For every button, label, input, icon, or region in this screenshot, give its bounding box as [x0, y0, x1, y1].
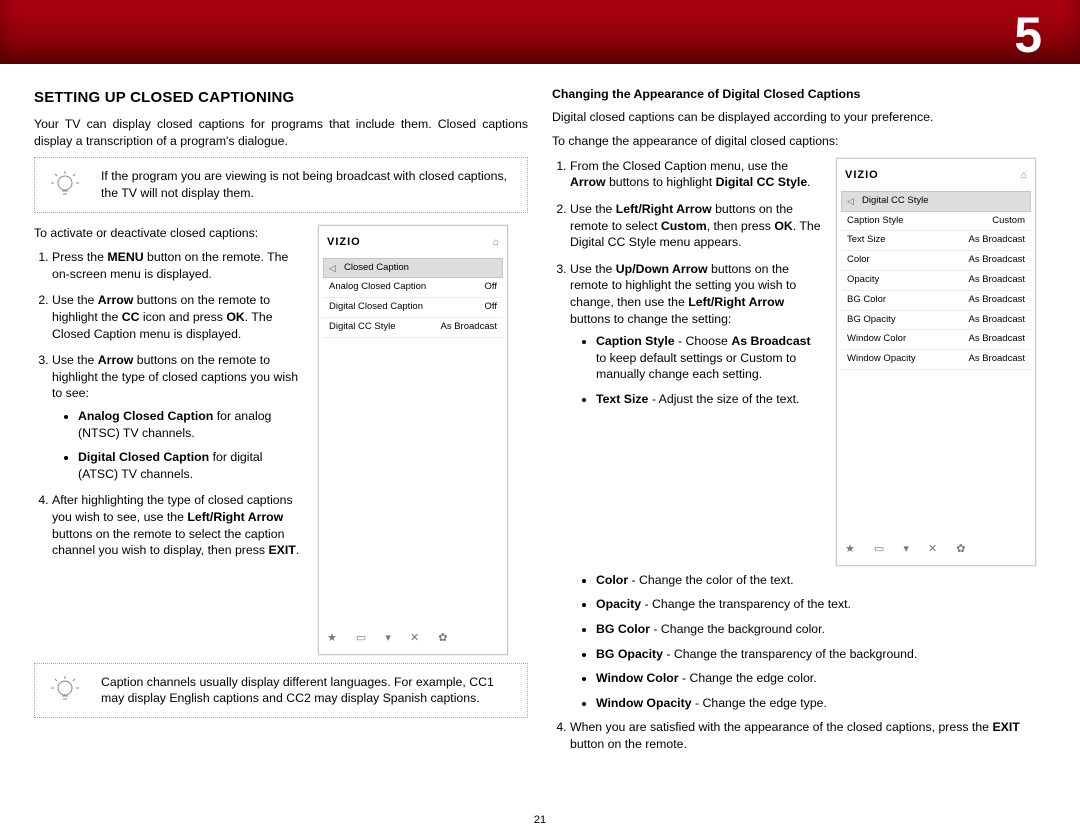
- menu-title: ◁ Digital CC Style: [841, 191, 1031, 212]
- step-2: Use the Arrow buttons on the remote to h…: [52, 292, 304, 342]
- r-step-3: Use the Up/Down Arrow buttons on the rem…: [570, 261, 822, 408]
- step-3: Use the Arrow buttons on the remote to h…: [52, 352, 304, 482]
- step-4: After highlighting the type of closed ca…: [52, 492, 304, 558]
- menu-row: Digital Closed CaptionOff: [323, 298, 503, 318]
- lightbulb-icon: [41, 674, 89, 706]
- setting-color: Color - Change the color of the text.: [596, 572, 1046, 589]
- bullet-digital: Digital Closed Caption for digital (ATSC…: [78, 449, 304, 482]
- setting-opacity: Opacity - Change the transparency of the…: [596, 596, 1046, 613]
- activate-lead: To activate or deactivate closed caption…: [34, 225, 304, 242]
- setting-window-opacity: Window Opacity - Change the edge type.: [596, 695, 1046, 712]
- menu-row: Text SizeAs Broadcast: [841, 231, 1031, 251]
- menu-title: ◁ Closed Caption: [323, 258, 503, 279]
- note-broadcast: If the program you are viewing is not be…: [34, 157, 528, 212]
- back-icon: ◁: [847, 195, 854, 207]
- intro-text: Your TV can display closed captions for …: [34, 116, 528, 149]
- home-icon: ⌂: [493, 236, 499, 250]
- tv-screenshot-digital-cc-style: VIZIO ⌂ ◁ Digital CC Style Caption Style…: [836, 158, 1036, 566]
- menu-row: ColorAs Broadcast: [841, 251, 1031, 271]
- page-number: 21: [0, 813, 1080, 828]
- tv-footer-icons: ★ ▭ ▾ ✕ ✿: [319, 628, 507, 654]
- tv-screenshot-cc-menu: VIZIO ⌂ ◁ Closed Caption Analog Closed C…: [318, 225, 508, 655]
- menu-row: Window ColorAs Broadcast: [841, 330, 1031, 350]
- lightbulb-icon: [41, 169, 89, 201]
- chapter-number: 5: [1014, 2, 1042, 70]
- menu-row: BG ColorAs Broadcast: [841, 291, 1031, 311]
- setting-bg-color: BG Color - Change the background color.: [596, 621, 1046, 638]
- r-step-2: Use the Left/Right Arrow buttons on the …: [570, 201, 822, 251]
- note-channels: Caption channels usually display differe…: [34, 663, 528, 718]
- change-lead: To change the appearance of digital clos…: [552, 133, 1046, 150]
- r-step-4: When you are satisfied with the appearan…: [570, 719, 1046, 752]
- tv-logo: VIZIO: [327, 235, 361, 250]
- tv-logo: VIZIO: [845, 168, 879, 183]
- tv-footer-icons: ★ ▭ ▾ ✕ ✿: [837, 539, 1035, 565]
- home-icon: ⌂: [1021, 169, 1027, 183]
- r-step-1: From the Closed Caption menu, use the Ar…: [570, 158, 822, 191]
- section-heading: SETTING UP CLOSED CAPTIONING: [34, 88, 528, 108]
- left-column: SETTING UP CLOSED CAPTIONING Your TV can…: [34, 86, 528, 763]
- menu-row: Caption StyleCustom: [841, 212, 1031, 232]
- setting-bg-opacity: BG Opacity - Change the transparency of …: [596, 646, 1046, 663]
- menu-row: BG OpacityAs Broadcast: [841, 311, 1031, 331]
- right-column: Changing the Appearance of Digital Close…: [552, 86, 1046, 763]
- step-1: Press the MENU button on the remote. The…: [52, 249, 304, 282]
- right-intro: Digital closed captions can be displayed…: [552, 109, 1046, 126]
- subsection-heading: Changing the Appearance of Digital Close…: [552, 86, 1046, 103]
- menu-row: Analog Closed CaptionOff: [323, 278, 503, 298]
- back-icon: ◁: [329, 262, 336, 274]
- setting-caption-style: Caption Style - Choose As Broadcast to k…: [596, 333, 822, 383]
- header-band: 5: [0, 0, 1080, 64]
- bullet-analog: Analog Closed Caption for analog (NTSC) …: [78, 408, 304, 441]
- menu-row: OpacityAs Broadcast: [841, 271, 1031, 291]
- menu-row: Window OpacityAs Broadcast: [841, 350, 1031, 370]
- note-text: If the program you are viewing is not be…: [101, 168, 513, 201]
- setting-text-size: Text Size - Adjust the size of the text.: [596, 391, 822, 408]
- note-text: Caption channels usually display differe…: [101, 674, 513, 707]
- menu-row: Digital CC StyleAs Broadcast: [323, 318, 503, 338]
- setting-window-color: Window Color - Change the edge color.: [596, 670, 1046, 687]
